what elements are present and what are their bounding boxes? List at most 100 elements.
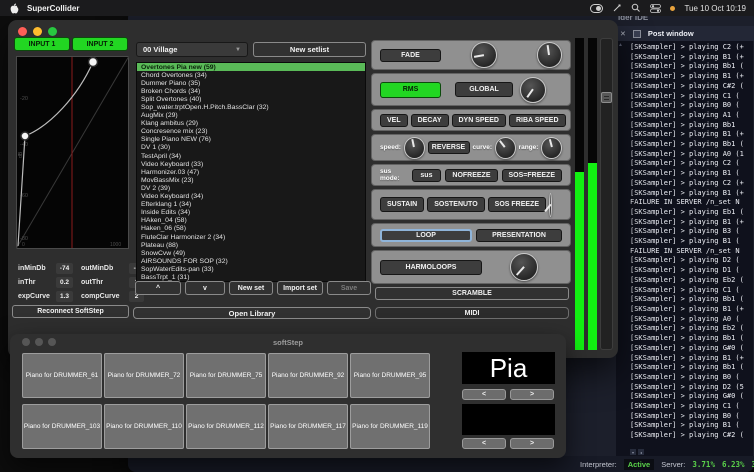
setlist-item[interactable]: Overtones Pia new (59) [137,63,365,71]
piano-preset-button[interactable]: Piano for DRUMMER_61 [22,353,102,398]
minimize-window-button[interactable] [35,338,43,346]
save-button[interactable]: Save [327,281,371,295]
setlist-item[interactable]: HAken_04 (58) [137,217,365,225]
piano-preset-button[interactable]: Piano for DRUMMER_92 [268,353,348,398]
setlist-item[interactable]: Harmonizer.03 (47) [137,168,365,176]
setlist-item[interactable]: Single Piano NEW (76) [137,136,365,144]
setlist-item[interactable]: Klang ambitus (29) [137,120,365,128]
setlist-item[interactable]: Video Keyboard (33) [137,160,365,168]
scroll-left-icon[interactable]: ◂ [638,449,644,455]
param-value-field[interactable]: 1.3 [56,291,73,302]
piano-preset-button[interactable]: Piano for DRUMMER_103 [22,404,102,449]
post-hscrollbar[interactable]: ▾◂ [630,449,644,455]
curve-handle-low[interactable] [21,132,29,140]
setlist[interactable]: Overtones Pia new (59)Chord Overtones (3… [136,62,366,282]
sustain-button[interactable]: SUSTAIN [380,197,424,212]
setlist-item[interactable]: AIRSOUNDS FOR SOP (32) [137,257,365,265]
new-setlist-button[interactable]: New setlist [253,42,366,57]
rms-button[interactable]: RMS [380,82,441,98]
curve-handle-high[interactable] [89,58,98,67]
setlist-item[interactable]: AugMix (29) [137,112,365,120]
rms-knob[interactable] [520,77,546,103]
scroll-down-icon[interactable]: ▾ [630,449,636,455]
setlist-item[interactable]: Broken Chords (34) [137,87,365,95]
reverse-button[interactable]: REVERSE [428,141,470,154]
speed-knob[interactable] [404,137,425,159]
zoom-window-button[interactable] [48,338,56,346]
sos-eq-freeze-button[interactable]: SOS=FREEZE [502,169,562,182]
menu-app-name[interactable]: SuperCollider [27,4,79,13]
move-down-button[interactable]: v [185,281,225,295]
setlist-item[interactable]: DV 1 (30) [137,144,365,152]
piano-preset-button[interactable]: Piano for DRUMMER_110 [104,404,184,449]
minimize-window-button[interactable] [33,27,42,36]
apple-logo-icon[interactable] [10,3,19,14]
volume-slider-handle[interactable] [601,92,612,103]
setlist-item[interactable]: Sop_water.trptOpen.H.Pitch.BassClar (32) [137,103,365,111]
display-toggle-icon[interactable] [590,4,603,13]
piano-preset-button[interactable]: Piano for DRUMMER_72 [104,353,184,398]
control-center-icon[interactable] [650,4,661,13]
import-set-button[interactable]: Import set [277,281,323,295]
vel-button[interactable]: VEL [380,114,408,127]
setlist-item[interactable]: Haken_06 (58) [137,225,365,233]
decay-button[interactable]: DECAY [411,114,449,127]
setlist-item[interactable]: TestApril (34) [137,152,365,160]
close-icon[interactable]: ✕ [620,30,626,38]
next-button[interactable]: > [510,438,554,449]
close-window-button[interactable] [22,338,30,346]
prev-preset-button[interactable]: < [462,389,506,400]
setlist-item[interactable]: DV 2 (39) [137,184,365,192]
move-up-button[interactable]: ^ [135,281,181,295]
fade-knob-2[interactable] [537,42,563,68]
setlist-item[interactable]: SopWaterEdits-pan (33) [137,265,365,273]
setlist-item[interactable]: FluteClar Harmonizer 2 (34) [137,233,365,241]
slash-icon[interactable] [612,3,622,13]
sos-freeze-button[interactable]: SOS FREEZE [488,197,546,212]
piano-preset-button[interactable]: Piano for DRUMMER_117 [268,404,348,449]
fade-knob-1[interactable] [471,42,497,68]
setlist-item[interactable]: Split Overtones (40) [137,95,365,103]
post-window-tab[interactable]: Post window [648,29,694,38]
setlist-dropdown[interactable]: 00 Village ▼ [136,42,248,57]
interpreter-status-badge[interactable]: Active [624,459,655,470]
close-window-button[interactable] [18,27,27,36]
setlist-item[interactable]: Dummer Piano (35) [137,79,365,87]
next-preset-button[interactable]: > [510,389,554,400]
setlist-item[interactable]: MovBassMix (23) [137,176,365,184]
curve-knob[interactable] [495,137,516,159]
sostenuto-button[interactable]: SOSTENUTO [427,197,484,212]
detach-icon[interactable] [633,30,641,38]
post-window[interactable]: ▲ [SKSampler] > playing C2 (+[SKSampler]… [616,41,753,456]
loop-button[interactable]: LOOP [380,229,472,242]
input2-button[interactable]: INPUT 2 [72,37,128,51]
reconnect-softstep-button[interactable]: Reconnect SoftStep [12,305,129,318]
scramble-button[interactable]: SCRAMBLE [375,287,569,300]
open-library-button[interactable]: Open Library [133,307,371,319]
setlist-item[interactable]: Concresence mix (23) [137,128,365,136]
midi-button[interactable]: MIDI [375,307,569,319]
dyn-speed-button[interactable]: DYN SPEED [452,114,506,127]
piano-preset-button[interactable]: Piano for DRUMMER_112 [186,404,266,449]
scroll-up-icon[interactable]: ▲ [618,42,623,48]
volume-slider[interactable] [600,38,613,350]
envelope-graph[interactable]: -20 -40 -60 -80 0 1000 dB [16,56,129,249]
sustain-knob[interactable] [549,193,552,217]
search-icon[interactable] [631,3,641,13]
setlist-item[interactable]: SnowCvw (49) [137,249,365,257]
harmoloops-button[interactable]: HARMOLOOPS [380,260,482,275]
zoom-window-button[interactable] [48,27,57,36]
range-knob[interactable] [541,137,562,159]
param-value-field[interactable]: -74 [56,263,73,274]
fade-button[interactable]: FADE [380,49,441,62]
menu-clock[interactable]: Tue 10 Oct 10:19 [684,4,746,13]
new-set-button[interactable]: New set [229,281,273,295]
presentation-button[interactable]: PRESENTATION [476,229,562,242]
nofreeze-button[interactable]: NOFREEZE [445,169,497,182]
setlist-item[interactable]: Plateau (88) [137,241,365,249]
setlist-item[interactable]: Efterklang 1 (34) [137,201,365,209]
setlist-item[interactable]: Chord Overtones (34) [137,71,365,79]
setlist-item[interactable]: Video Keyboard (34) [137,193,365,201]
sus-button[interactable]: sus [412,169,442,182]
param-value-field[interactable]: 0.2 [56,277,73,288]
